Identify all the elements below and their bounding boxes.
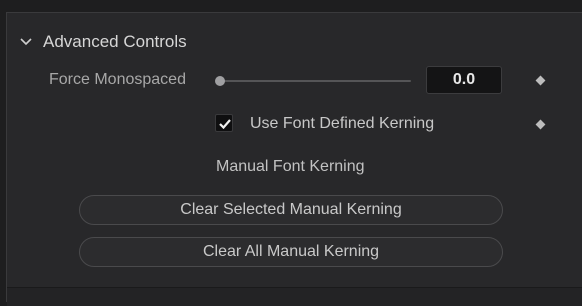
chevron-down-icon[interactable] [17,33,35,51]
diamond-icon[interactable] [535,119,546,130]
slider-thumb[interactable] [215,76,225,86]
use-font-kerning-label: Use Font Defined Kerning [250,115,435,132]
force-monospaced-label: Force Monospaced [49,71,186,88]
clear-all-kerning-button[interactable]: Clear All Manual Kerning [79,237,503,267]
manual-font-kerning-label: Manual Font Kerning [216,158,365,175]
slider-track[interactable] [219,80,411,82]
diamond-icon[interactable] [535,75,546,86]
force-monospaced-value-field[interactable]: 0.0 [426,66,502,94]
clear-selected-kerning-button[interactable]: Clear Selected Manual Kerning [79,195,503,225]
inspector-panel: Advanced Controls Force Monospaced 0.0 U… [6,12,582,306]
checkmark-icon [219,119,231,130]
section-title: Advanced Controls [43,32,187,51]
force-monospaced-slider[interactable] [215,74,411,88]
use-font-kerning-checkbox[interactable] [215,114,233,132]
section-header[interactable]: Advanced Controls [17,31,187,53]
panel-bottom-strip [7,287,582,306]
